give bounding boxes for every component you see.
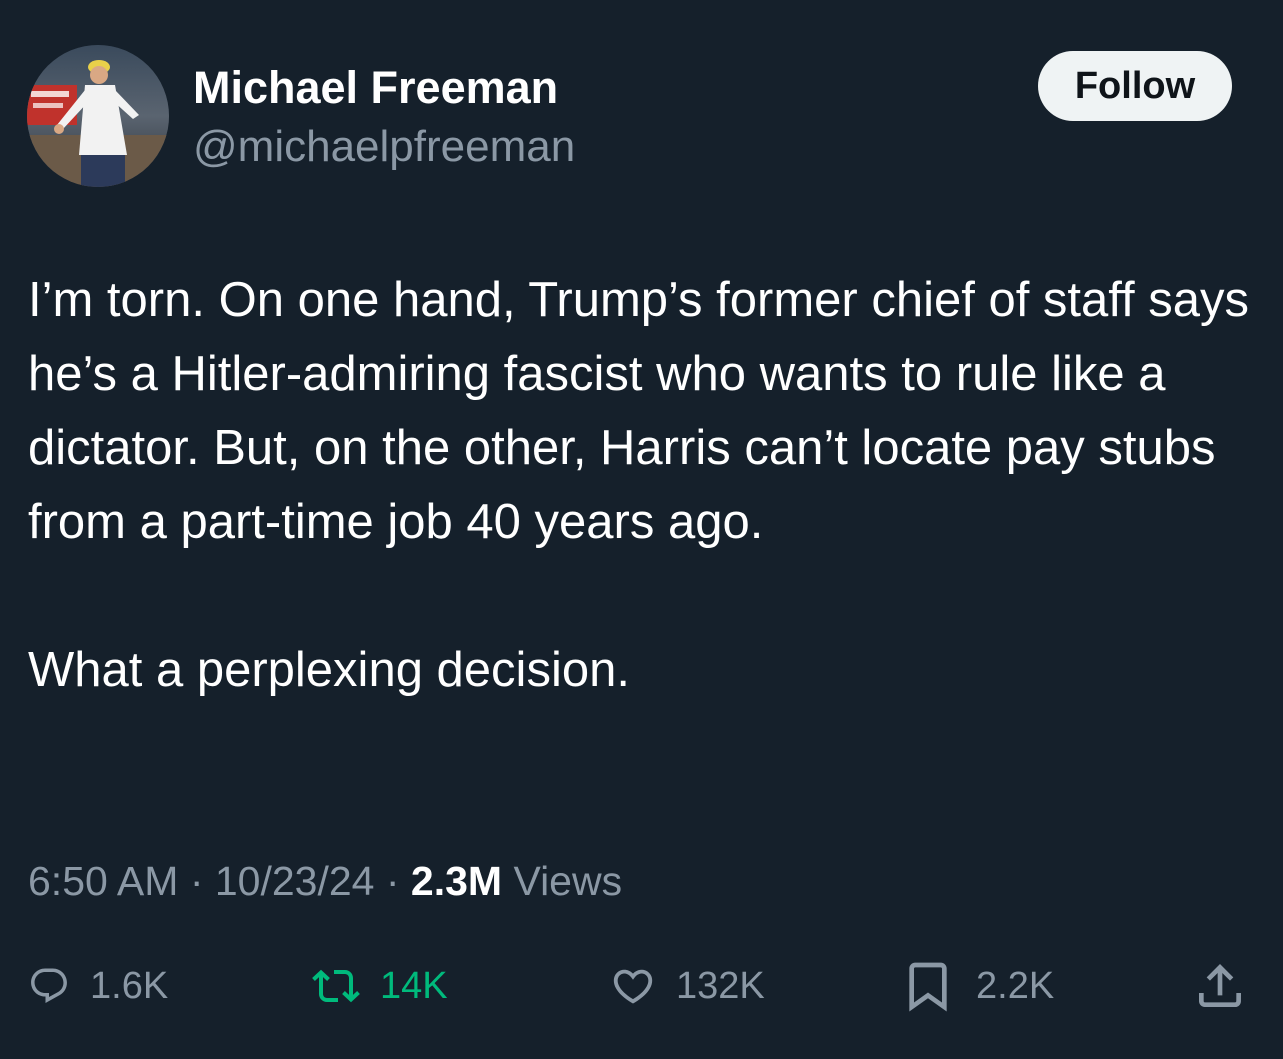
reply-button[interactable]: 1.6K <box>28 955 168 1017</box>
action-bar: 1.6K 14K 132K 2.2K <box>0 955 1283 1017</box>
views-count[interactable]: 2.3M <box>411 858 502 904</box>
follow-button[interactable]: Follow <box>1038 51 1232 121</box>
meta-separator: · <box>374 858 411 904</box>
avatar-image <box>27 45 169 187</box>
bookmark-button[interactable]: 2.2K <box>900 955 1054 1017</box>
avatar[interactable] <box>27 45 169 187</box>
share-icon <box>1199 964 1241 1007</box>
reply-count: 1.6K <box>90 965 169 1007</box>
tweet-paragraph: I’m torn. On one hand, Trump’s former ch… <box>28 273 1250 549</box>
heart-icon <box>613 969 653 1004</box>
retweet-count: 14K <box>380 965 448 1007</box>
tweet-meta: 6:50 AM · 10/23/24 · 2.3M Views <box>28 853 622 909</box>
views-label: Views <box>502 858 623 904</box>
like-button[interactable]: 132K <box>610 955 765 1017</box>
author-handle[interactable]: @michaelpfreeman <box>193 121 575 173</box>
like-count: 132K <box>676 965 765 1007</box>
reply-icon <box>31 968 67 1003</box>
bookmark-count: 2.2K <box>976 965 1055 1007</box>
tweet-text: I’m torn. On one hand, Trump’s former ch… <box>28 263 1258 707</box>
retweet-icon <box>312 969 360 1003</box>
share-button[interactable] <box>1192 955 1248 1017</box>
tweet-time[interactable]: 6:50 AM <box>28 858 178 904</box>
tweet-paragraph: What a perplexing decision. <box>28 643 630 697</box>
tweet-date[interactable]: 10/23/24 <box>215 858 375 904</box>
tweet-card: Michael Freeman @michaelpfreeman Follow … <box>0 0 1283 1059</box>
bookmark-icon <box>909 962 947 1012</box>
retweet-button[interactable]: 14K <box>312 955 448 1017</box>
meta-separator: · <box>178 858 215 904</box>
author-name[interactable]: Michael Freeman <box>193 62 558 114</box>
